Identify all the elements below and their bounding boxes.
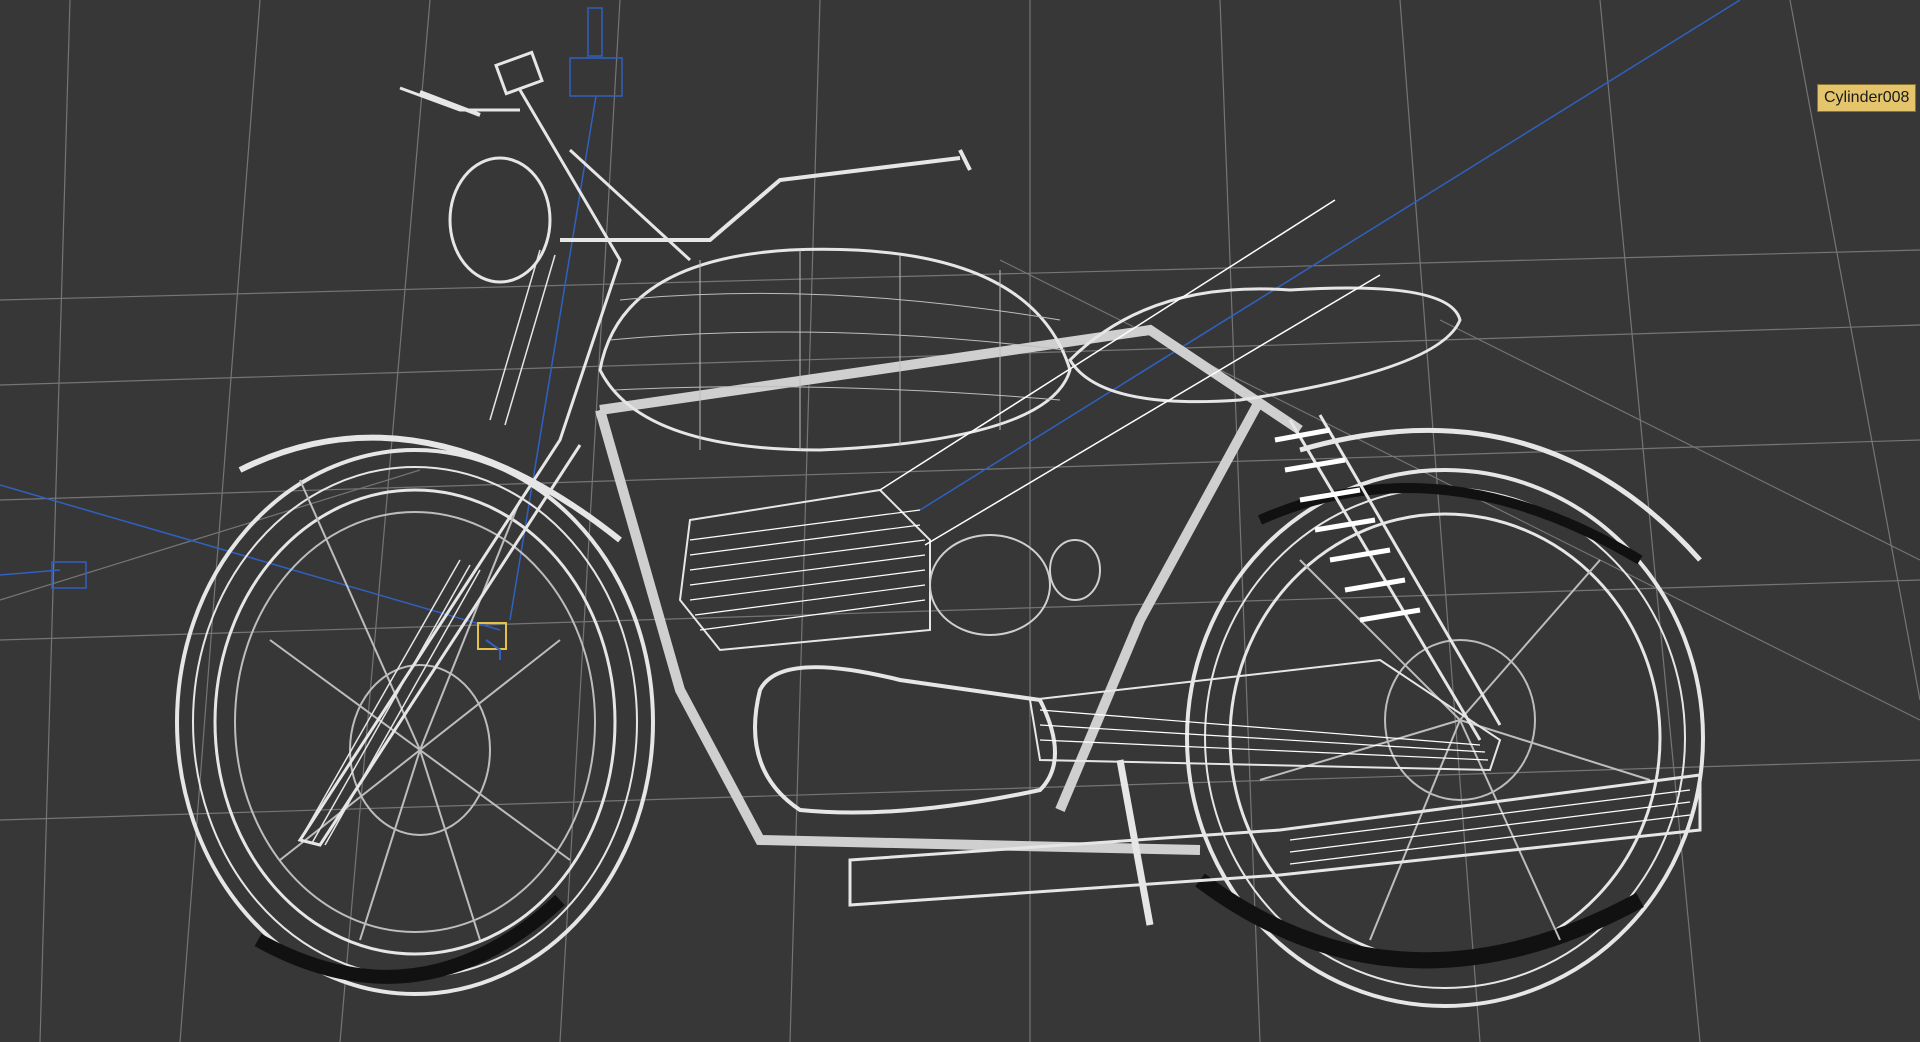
seat[interactable] — [1068, 286, 1462, 404]
front-fork[interactable] — [297, 50, 692, 847]
front-fender[interactable] — [238, 434, 622, 543]
motorcycle-wireframe[interactable] — [175, 50, 1705, 1008]
object-name-tooltip: Cylinder008 — [1817, 84, 1917, 112]
light-direction-lines — [879, 199, 1381, 546]
home-grid — [0, 0, 1920, 1042]
swingarm[interactable] — [1028, 658, 1502, 772]
viewport-scene[interactable] — [0, 0, 1920, 1042]
rear-wheel[interactable] — [1185, 468, 1705, 1008]
perspective-viewport[interactable]: Cylinder008 — [0, 0, 1920, 1042]
headlight[interactable] — [448, 156, 552, 284]
camera-target-helper[interactable] — [0, 0, 1741, 631]
selection-gizmo[interactable] — [477, 622, 507, 660]
front-wheel[interactable] — [175, 448, 655, 996]
handlebars[interactable] — [419, 90, 972, 242]
frame[interactable] — [595, 324, 1303, 855]
engine-cylinder[interactable] — [678, 488, 1101, 652]
rear-shock[interactable] — [1274, 414, 1502, 741]
